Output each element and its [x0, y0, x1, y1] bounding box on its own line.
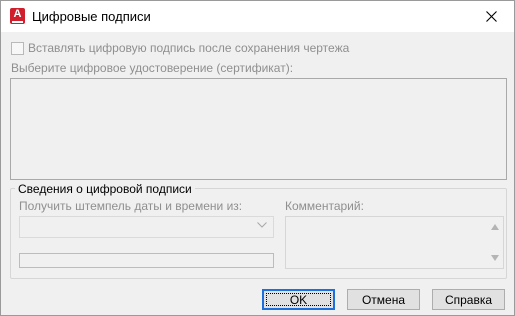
- scroll-down-arrow-icon[interactable]: [490, 254, 500, 262]
- cancel-button-label: Отмена: [361, 292, 406, 307]
- close-icon: [485, 11, 497, 22]
- focus-rectangle: [266, 293, 331, 306]
- timestamp-source-select[interactable]: [19, 216, 274, 238]
- comment-textarea[interactable]: [285, 216, 504, 269]
- scroll-up-arrow-icon[interactable]: [490, 223, 500, 231]
- cancel-button[interactable]: Отмена: [347, 289, 420, 310]
- attach-signature-checkbox[interactable]: [11, 41, 24, 55]
- signature-progress-bar: [19, 253, 274, 268]
- ok-button[interactable]: OK: [262, 289, 335, 310]
- digital-signatures-dialog: A Цифровые подписи Вставлять цифровую по…: [0, 0, 515, 316]
- certificate-list[interactable]: [10, 78, 507, 180]
- attach-signature-label: Вставлять цифровую подпись после сохране…: [28, 41, 350, 55]
- close-button[interactable]: [468, 1, 514, 32]
- help-button-label: Справка: [444, 292, 493, 307]
- window-title: Цифровые подписи: [32, 9, 151, 24]
- timestamp-label: Получить штемпель даты и времени из:: [19, 199, 243, 213]
- chevron-down-icon: [257, 222, 267, 228]
- app-icon-letter: A: [13, 8, 22, 20]
- help-button[interactable]: Справка: [432, 289, 505, 310]
- title-bar: A Цифровые подписи: [1, 1, 514, 32]
- autocad-icon: A: [10, 8, 25, 24]
- signature-info-title: Сведения о цифровой подписи: [15, 182, 195, 196]
- comment-label: Комментарий:: [285, 199, 364, 213]
- attach-signature-option[interactable]: Вставлять цифровую подпись после сохране…: [11, 41, 349, 55]
- select-certificate-label: Выберите цифровое удостоверение (сертифи…: [11, 61, 294, 75]
